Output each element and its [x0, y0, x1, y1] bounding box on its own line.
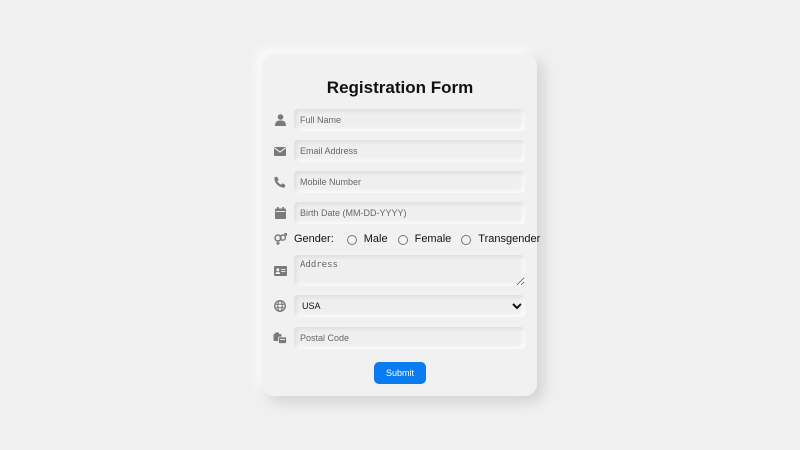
gender-radio-transgender[interactable]	[461, 234, 472, 245]
address-row	[273, 255, 525, 286]
gender-label: Gender:	[294, 233, 334, 245]
gender-option-label: Male	[363, 233, 388, 245]
gender-radio-male[interactable]	[346, 234, 357, 245]
mobile-input[interactable]	[294, 171, 525, 193]
postal-code-input[interactable]	[294, 327, 525, 349]
globe-icon	[273, 299, 287, 313]
birth-date-input[interactable]	[294, 202, 525, 224]
gender-row: Gender: Male Female Transgender	[273, 232, 540, 246]
email-input[interactable]	[294, 140, 525, 162]
envelope-icon	[273, 144, 287, 158]
gender-option-label: Female	[414, 233, 452, 245]
phone-icon	[273, 175, 287, 189]
gender-icon	[273, 232, 287, 246]
country-select[interactable]: USA	[294, 295, 525, 317]
gender-option-male[interactable]: Male	[346, 233, 388, 245]
gender-option-transgender[interactable]: Transgender	[461, 233, 540, 245]
address-card-icon	[273, 264, 287, 278]
mobile-row	[273, 171, 525, 193]
country-row: USA	[273, 295, 525, 317]
submit-button[interactable]: Submit	[374, 362, 426, 384]
user-icon	[273, 113, 287, 127]
gender-radio-female[interactable]	[397, 234, 408, 245]
form-title: Registration Form	[326, 78, 474, 97]
postal-code-row	[273, 327, 525, 349]
address-input[interactable]	[294, 255, 525, 286]
mailbox-icon	[273, 331, 287, 345]
gender-option-female[interactable]: Female	[397, 233, 452, 245]
gender-option-label: Transgender	[478, 233, 541, 245]
full-name-input[interactable]	[294, 109, 525, 131]
full-name-row	[273, 109, 525, 131]
birth-date-row	[273, 202, 525, 224]
email-row	[273, 140, 525, 162]
calendar-icon	[273, 206, 287, 220]
